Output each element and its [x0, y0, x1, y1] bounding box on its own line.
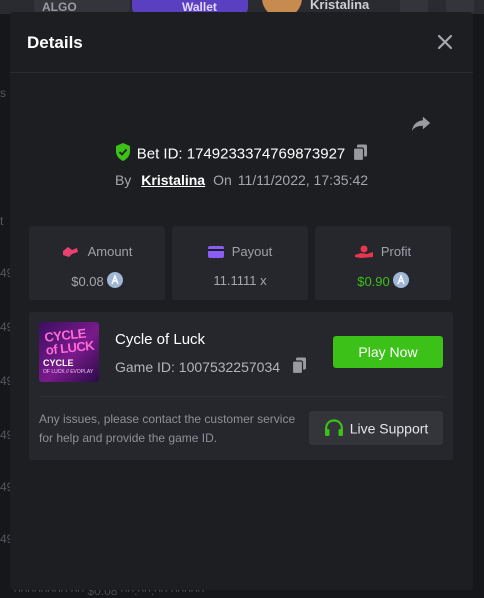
copy-icon[interactable] [291, 357, 307, 377]
divider [39, 396, 443, 397]
stat-amount-label: Amount [87, 244, 133, 260]
copy-icon[interactable] [353, 144, 368, 165]
share-icon[interactable] [410, 112, 432, 134]
game-id-row: Game ID: 1007532257034 [115, 357, 307, 377]
stat-amount-label-row: Amount [29, 243, 165, 259]
algo-coin-icon [392, 272, 409, 291]
live-support-button[interactable]: Live Support [309, 411, 443, 445]
headset-icon [324, 419, 343, 437]
algo-coin-icon [106, 272, 123, 291]
bet-id-value: 1749233374769873927 [186, 145, 346, 163]
stat-payout-value: 11.1111 x [213, 273, 267, 289]
bet-date: 11/11/2022, 17:35:42 [237, 172, 369, 188]
background-text: s [0, 86, 6, 100]
thumbnail-subtitle: CYCLE [43, 358, 74, 368]
stat-payout: Payout 11.1111 x [172, 226, 308, 300]
bet-id-row: Bet ID: 1749233374769873927 [10, 143, 473, 165]
game-id-label: Game ID: [115, 359, 175, 375]
by-label: By [114, 172, 132, 188]
stat-profit-value: $0.90 [357, 274, 390, 289]
game-card: CYCLE of LUCK CYCLE OF LUCK // EVOPLAY C… [29, 312, 453, 460]
live-support-label: Live Support [349, 420, 429, 437]
stat-profit-label: Profit [380, 244, 412, 260]
header-username: Kristalina [310, 0, 370, 12]
stat-amount: Amount $0.08 [29, 226, 165, 300]
game-thumbnail[interactable]: CYCLE of LUCK CYCLE OF LUCK // EVOPLAY [39, 322, 99, 382]
on-label: On [213, 172, 232, 188]
thumbnail-title: CYCLE of LUCK [43, 325, 95, 358]
play-now-button[interactable]: Play Now [333, 336, 443, 368]
hand-money-icon [354, 245, 373, 258]
verified-shield-icon [115, 143, 131, 165]
stat-profit-label-row: Profit [315, 243, 451, 259]
bet-id-label: Bet ID: [136, 145, 183, 163]
stat-amount-value: $0.08 [71, 274, 104, 289]
modal-title: Details [27, 33, 83, 52]
stat-payout-label-row: Payout [172, 243, 308, 259]
close-icon[interactable] [435, 32, 455, 52]
modal-header: Details [10, 12, 473, 73]
game-id-value: 1007532257034 [178, 359, 281, 375]
game-name: Cycle of Luck [115, 331, 206, 348]
coins-icon [62, 246, 78, 257]
wallet-icon [207, 245, 224, 258]
background-text: t [0, 214, 4, 228]
support-text: Any issues, please contact the customer … [39, 412, 296, 445]
stat-amount-value-row: $0.08 [29, 272, 165, 291]
stat-payout-label: Payout [231, 244, 273, 260]
stat-profit: Profit $0.90 [315, 226, 451, 300]
stat-payout-value-row: 11.1111 x [172, 272, 308, 288]
stat-profit-value-row: $0.90 [315, 272, 451, 291]
bet-meta-row: By Kristalina On 11/11/2022, 17:35:42 [10, 172, 473, 188]
details-modal: Details Bet ID: 1749233374769873927 By Kr… [10, 12, 473, 590]
bettor-username-link[interactable]: Kristalina [141, 172, 205, 188]
thumbnail-caption: OF LUCK // EVOPLAY [43, 369, 94, 375]
